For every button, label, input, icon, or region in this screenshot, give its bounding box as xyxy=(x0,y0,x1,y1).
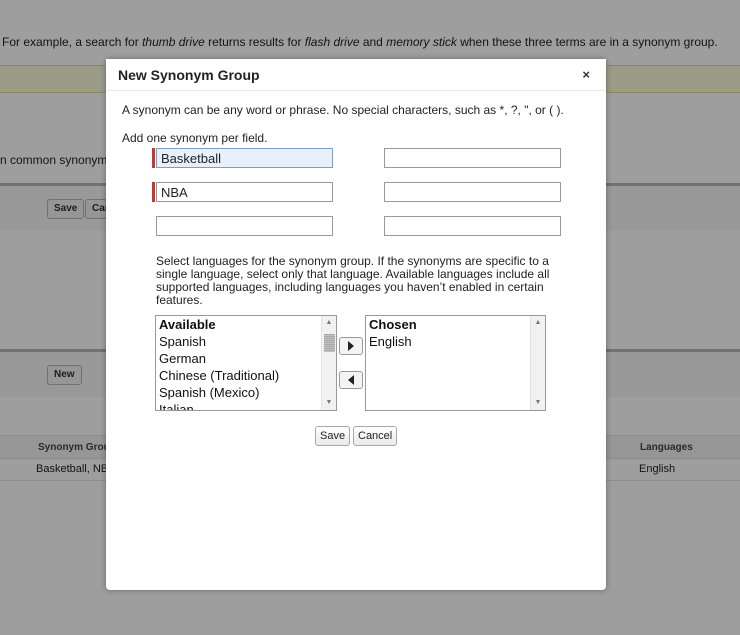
chosen-scrollbar[interactable]: ▲ ▼ xyxy=(530,316,545,410)
dialog-title: New Synonym Group xyxy=(118,67,260,83)
close-icon[interactable]: × xyxy=(582,67,590,83)
language-option[interactable]: Spanish xyxy=(159,333,318,350)
synonym-field-6[interactable] xyxy=(384,216,561,236)
required-indicator xyxy=(152,182,155,202)
language-option[interactable]: Chinese (Traditional) xyxy=(159,367,318,384)
remove-language-button[interactable] xyxy=(339,371,363,389)
language-description: Select languages for the synonym group. … xyxy=(156,254,550,307)
add-synonym-label: Add one synonym per field. xyxy=(122,131,268,145)
available-languages-list[interactable]: Available Spanish German Chinese (Tradit… xyxy=(155,315,337,411)
language-option[interactable]: English xyxy=(369,333,527,350)
new-synonym-group-dialog: New Synonym Group × A synonym can be any… xyxy=(106,59,606,590)
synonym-field-3[interactable] xyxy=(156,182,333,202)
language-option[interactable]: Italian xyxy=(159,401,318,410)
language-option[interactable]: German xyxy=(159,350,318,367)
arrow-left-icon xyxy=(348,375,354,385)
arrow-right-icon xyxy=(348,341,354,351)
synonym-field-5[interactable] xyxy=(156,216,333,236)
available-header: Available xyxy=(159,317,216,332)
cancel-button[interactable]: Cancel xyxy=(353,426,398,446)
scroll-down-icon[interactable]: ▼ xyxy=(322,396,336,410)
chosen-languages-list[interactable]: Chosen English ▲ ▼ xyxy=(365,315,546,411)
synonym-field-2[interactable] xyxy=(384,148,561,168)
chosen-header: Chosen xyxy=(369,317,417,332)
synonym-description: A synonym can be any word or phrase. No … xyxy=(122,103,564,117)
synonym-field-1[interactable] xyxy=(156,148,333,168)
language-option[interactable]: Spanish (Mexico) xyxy=(159,384,318,401)
scroll-up-icon[interactable]: ▲ xyxy=(322,316,336,330)
synonym-field-4[interactable] xyxy=(384,182,561,202)
add-language-button[interactable] xyxy=(339,337,363,355)
available-scrollbar[interactable]: ▲ ▼ xyxy=(321,316,336,410)
required-indicator xyxy=(152,148,155,168)
dialog-header: New Synonym Group × xyxy=(106,59,606,91)
scrollbar-thumb[interactable] xyxy=(324,334,335,352)
scroll-up-icon[interactable]: ▲ xyxy=(531,316,545,330)
scroll-down-icon[interactable]: ▼ xyxy=(531,396,545,410)
save-button[interactable]: Save xyxy=(315,426,351,446)
